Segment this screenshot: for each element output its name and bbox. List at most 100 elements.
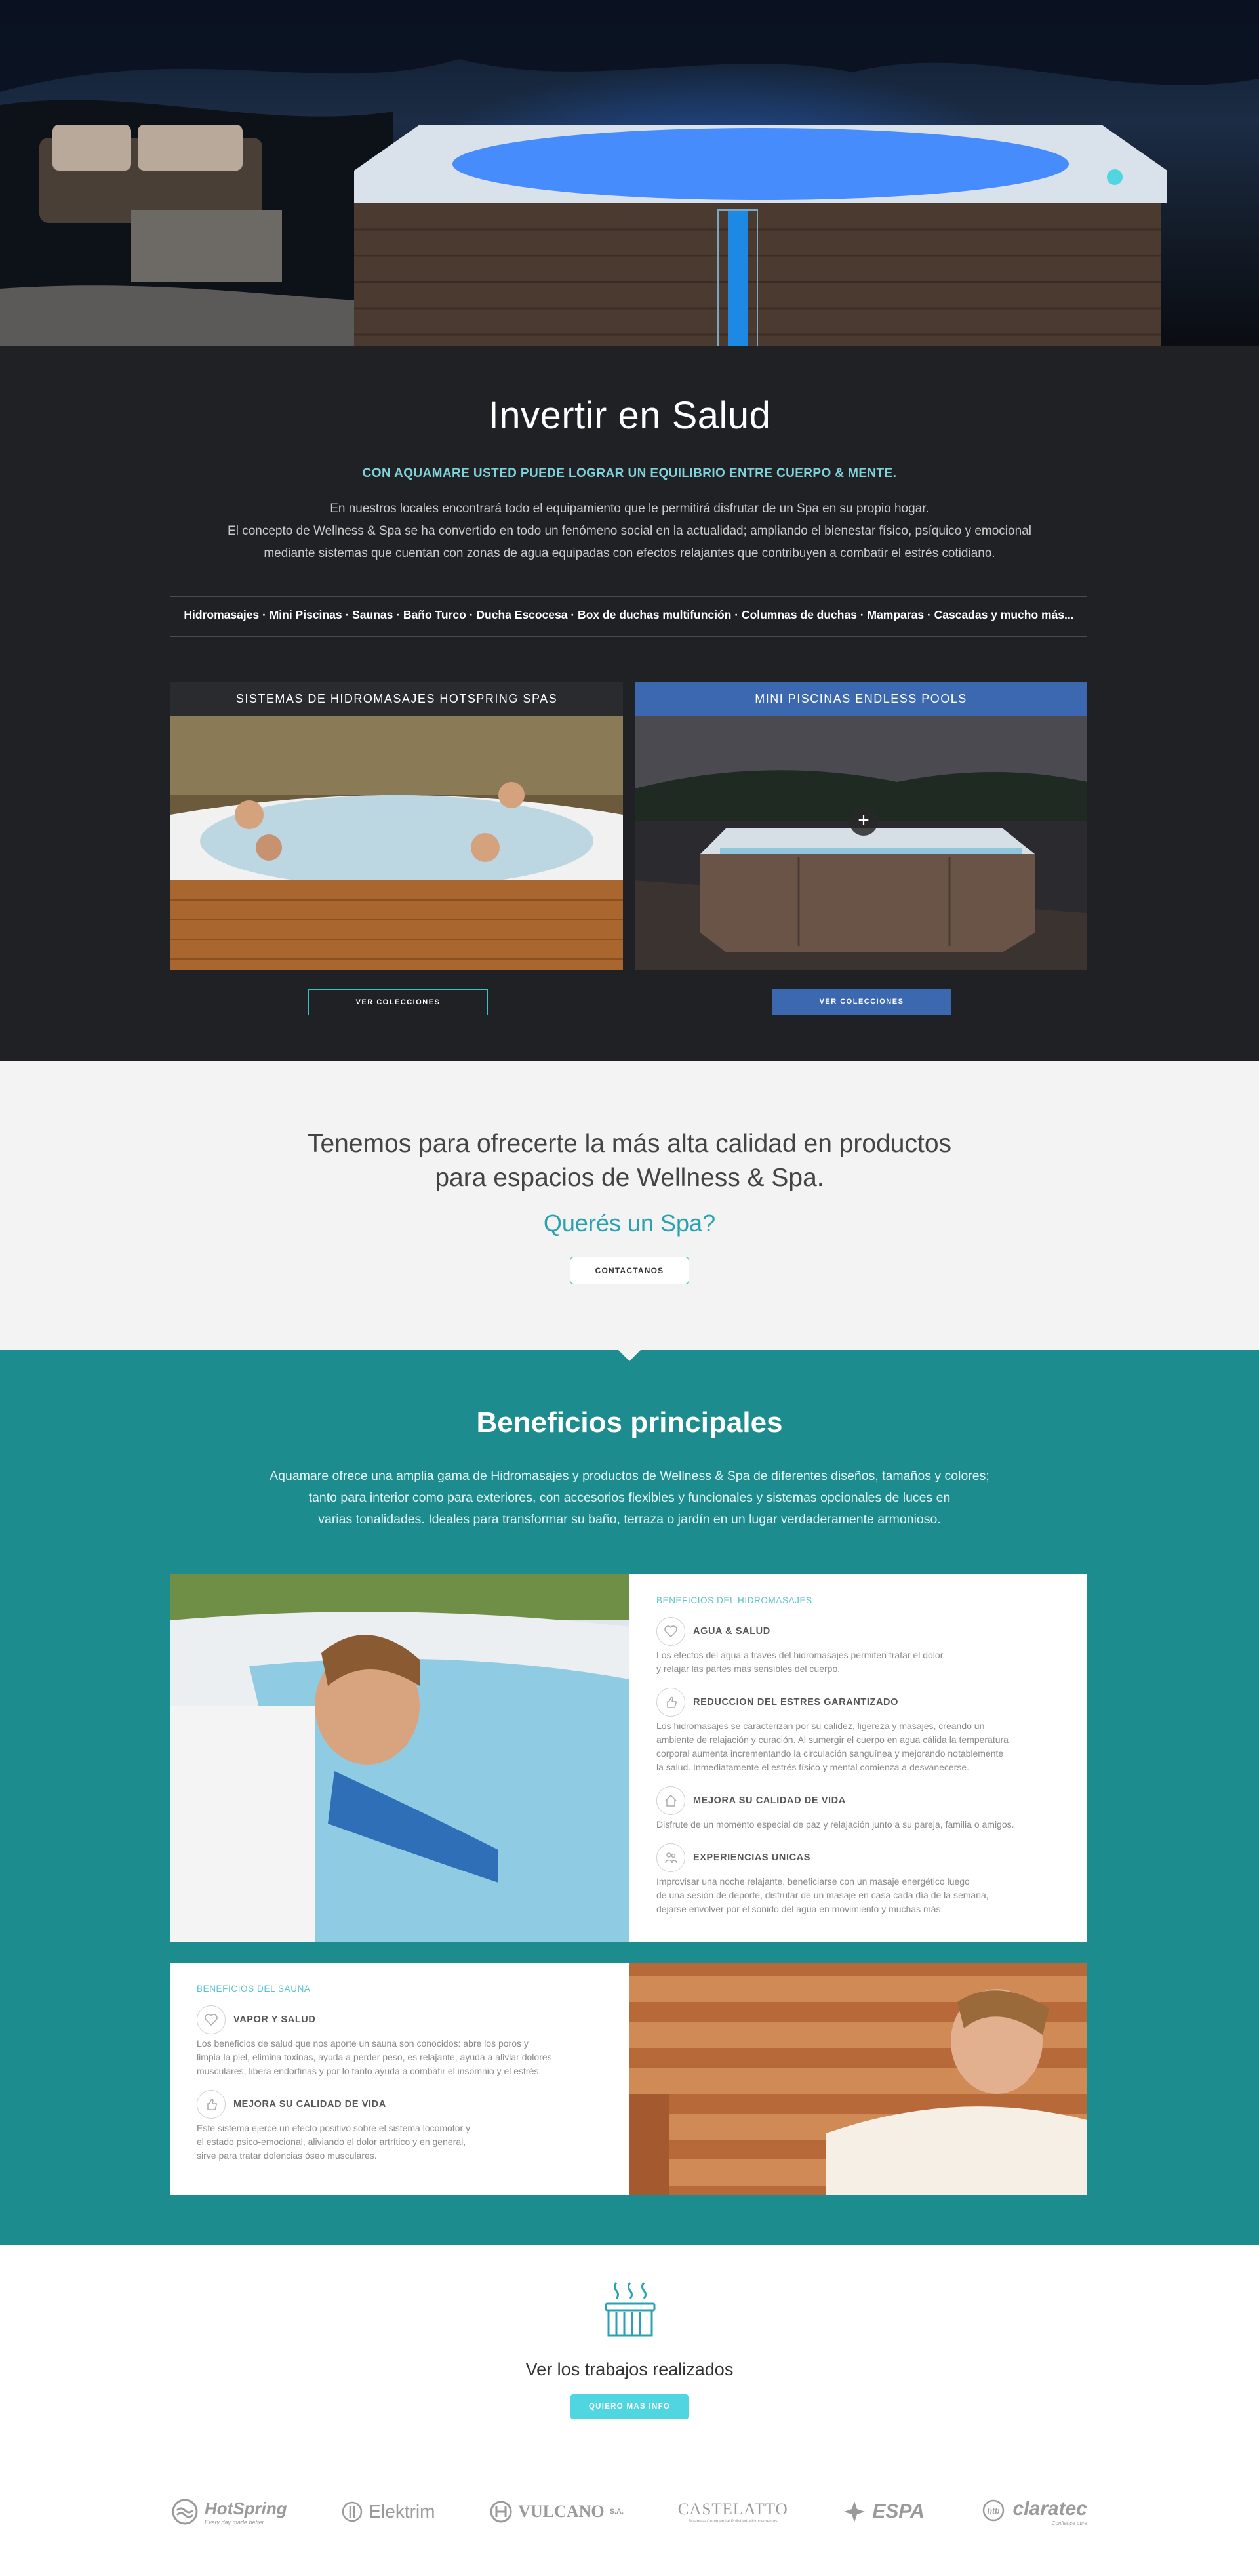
hotspring-logo-icon — [172, 2499, 198, 2525]
feature-text: musculares, libera endorfinas y por lo t… — [197, 2066, 542, 2076]
collections-cards: SISTEMAS DE HIDROMASAJES HOTSPRING SPAS — [170, 682, 1087, 970]
feature-text: y relajar las partes más sensibles del c… — [656, 1664, 841, 1674]
feature-text: Este sistema ejerce un efecto positivo s… — [197, 2123, 471, 2133]
sauna-image — [630, 1963, 1087, 2195]
sauna-kicker: BENEFICIOS DEL SAUNA — [197, 1984, 311, 1993]
divider — [170, 596, 1087, 597]
benefits-line: tanto para interior como para exteriores… — [308, 1490, 951, 1505]
feature-title: VAPOR Y SALUD — [233, 2014, 316, 2025]
feature-steam-health: VAPOR Y SALUD Los beneficios de salud qu… — [197, 2005, 603, 2078]
logo-label: HotSpring — [205, 2498, 287, 2518]
quality-section: Tenemos para ofrecerte la más alta calid… — [0, 1061, 1259, 1350]
feature-text: Improvisar una noche relajante, benefici… — [656, 1876, 970, 1887]
claratec-logo-icon: htb — [982, 2499, 1004, 2522]
card-hotspring[interactable]: SISTEMAS DE HIDROMASAJES HOTSPRING SPAS — [170, 682, 623, 970]
elektrim-logo-icon — [342, 2501, 363, 2522]
more-info-button[interactable]: QUIERO MAS INFO — [570, 2394, 689, 2419]
hydro-benefits-body: BENEFICIOS DEL HIDROMASAJES AGUA & SALUD… — [656, 1574, 1063, 1916]
feature-sauna-quality-of-life: MEJORA SU CALIDAD DE VIDA Este sistema e… — [197, 2090, 603, 2163]
benefits-line: Aquamare ofrece una amplia gama de Hidro… — [270, 1469, 989, 1483]
feature-text: sirve para tratar dolencias óseo muscula… — [197, 2150, 377, 2161]
card-image-endless-pools: + — [635, 716, 1087, 970]
benefits-title: Beneficios principales — [476, 1406, 783, 1439]
invest-line: El concepto de Wellness & Spa se ha conv… — [228, 524, 1031, 538]
svg-text:htb: htb — [987, 2506, 999, 2516]
thumbs-up-icon — [197, 2090, 226, 2119]
feature-text: Los efectos del agua a través del hidrom… — [656, 1650, 944, 1660]
logo-tagline: Every day made better — [205, 2518, 264, 2525]
hot-tub-icon — [605, 2282, 656, 2337]
card-title: SISTEMAS DE HIDROMASAJES HOTSPRING SPAS — [170, 682, 623, 716]
feature-text: ambiente de relajación y curación. Al su… — [656, 1734, 1009, 1745]
logo-label: claratec — [1012, 2497, 1087, 2520]
logo-castelatto[interactable]: CASTELATTO Business Commercial Polished M… — [678, 2501, 788, 2524]
feature-water-health: AGUA & SALUD Los efectos del agua a trav… — [656, 1617, 1063, 1676]
feature-unique-experiences: EXPERIENCIAS UNICAS Improvisar una noche… — [656, 1843, 1063, 1916]
benefits-line: varias tonalidades. Ideales para transfo… — [318, 1512, 941, 1526]
heart-icon — [656, 1617, 685, 1646]
logo-elektrim[interactable]: Elektrim — [341, 2501, 435, 2523]
logo-label: ESPA — [872, 2501, 925, 2522]
feature-text: Los hidromasajes se caracterizan por su … — [656, 1721, 985, 1731]
feature-text: corporal aumenta incrementando la circul… — [656, 1748, 1004, 1759]
hydro-kicker: BENEFICIOS DEL HIDROMASAJES — [656, 1595, 812, 1605]
invest-subtitle: CON AQUAMARE USTED PUEDE LOGRAR UN EQUIL… — [362, 466, 897, 480]
quality-line: para espacios de Wellness & Spa. — [435, 1164, 824, 1192]
logo-claratec[interactable]: htb claratec Confiance pure — [979, 2497, 1087, 2526]
page: Invertir en Salud CON AQUAMARE USTED PUE… — [0, 0, 1259, 2576]
people-icon — [656, 1843, 685, 1872]
card-title: MINI PISCINAS ENDLESS POOLS — [635, 682, 1087, 716]
feature-text: Los beneficios de salud que nos aporte u… — [197, 2038, 529, 2049]
sauna-benefits-body: BENEFICIOS DEL SAUNA VAPOR Y SALUD Los b… — [197, 1963, 603, 2163]
products-list: Hidromasajes · Mini Piscinas · Saunas · … — [184, 608, 1074, 621]
feature-text: limpia la piel, elimina toxinas, ayuda a… — [197, 2052, 552, 2062]
feature-title: EXPERIENCIAS UNICAS — [693, 1852, 810, 1863]
invest-title: Invertir en Salud — [488, 394, 771, 437]
feature-text: dejarse envolver por el sonido del agua … — [656, 1904, 944, 1914]
invest-description: En nuestros locales encontrará todo el e… — [0, 498, 1259, 565]
card-image-hotspring — [170, 716, 623, 970]
feature-text: de una sesión de deporte, disfrutar de u… — [656, 1890, 989, 1900]
divider — [170, 636, 1087, 637]
want-spa-link[interactable]: Querés un Spa? — [0, 1210, 1259, 1237]
feature-stress-reduction: REDUCCION DEL ESTRES GARANTIZADO Los hid… — [656, 1688, 1063, 1774]
brand-logos: HotSpring Every day made better Elektrim … — [170, 2482, 1087, 2541]
feature-text: la salud. Inmediatamente el estrés físic… — [656, 1762, 970, 1772]
hot-tub-illustration — [354, 125, 1167, 346]
feature-title: MEJORA SU CALIDAD DE VIDA — [693, 1795, 846, 1806]
invest-line: En nuestros locales encontrará todo el e… — [330, 502, 929, 516]
logo-tagline: Confiance pure — [1051, 2520, 1087, 2526]
feature-text: el estado psico-emocional, aliviando el … — [197, 2136, 466, 2147]
feature-quality-of-life: MEJORA SU CALIDAD DE VIDA Disfrute de un… — [656, 1786, 1063, 1831]
quality-line: Tenemos para ofrecerte la más alta calid… — [307, 1130, 952, 1158]
quality-title: Tenemos para ofrecerte la más alta calid… — [0, 1127, 1259, 1195]
logo-espa[interactable]: ESPA — [842, 2499, 925, 2524]
view-collections-hotspring-button[interactable]: VER COLECCIONES — [308, 989, 488, 1015]
plus-icon[interactable]: + — [849, 807, 878, 836]
espa-logo-icon — [844, 2501, 866, 2522]
heart-icon — [197, 2005, 226, 2034]
feature-title: AGUA & SALUD — [693, 1626, 770, 1637]
logo-label: CASTELATTO — [677, 2500, 788, 2518]
feature-title: REDUCCION DEL ESTRES GARANTIZADO — [693, 1697, 898, 1707]
logo-label: Elektrim — [369, 2501, 435, 2522]
invest-line: mediante sistemas que cuentan con zonas … — [264, 546, 995, 560]
section-arrow — [618, 1349, 641, 1361]
home-icon — [656, 1786, 685, 1815]
works-title: Ver los trabajos realizados — [525, 2360, 734, 2379]
hero-image — [0, 0, 1259, 346]
logo-label: VULCANO — [518, 2502, 605, 2521]
benefits-description: Aquamare ofrece una amplia gama de Hidro… — [0, 1465, 1259, 1530]
sauna-benefits-panel: BENEFICIOS DEL SAUNA VAPOR Y SALUD Los b… — [170, 1963, 1087, 2195]
card-endless-pools[interactable]: MINI PISCINAS ENDLESS POOLS + — [635, 682, 1087, 970]
feature-title: MEJORA SU CALIDAD DE VIDA — [233, 2099, 386, 2110]
logo-hotspring[interactable]: HotSpring Every day made better — [170, 2497, 287, 2526]
hydro-image — [170, 1574, 630, 1942]
logo-tagline: S.A. — [609, 2508, 624, 2516]
vulcano-logo-icon — [490, 2501, 512, 2523]
thumbs-up-icon — [656, 1688, 685, 1717]
hydro-benefits-panel: BENEFICIOS DEL HIDROMASAJES AGUA & SALUD… — [170, 1574, 1087, 1942]
logo-vulcano[interactable]: VULCANO S.A. — [489, 2500, 624, 2524]
contact-button[interactable]: CONTACTANOS — [570, 1257, 689, 1284]
view-collections-endless-button[interactable]: VER COLECCIONES — [772, 989, 951, 1015]
